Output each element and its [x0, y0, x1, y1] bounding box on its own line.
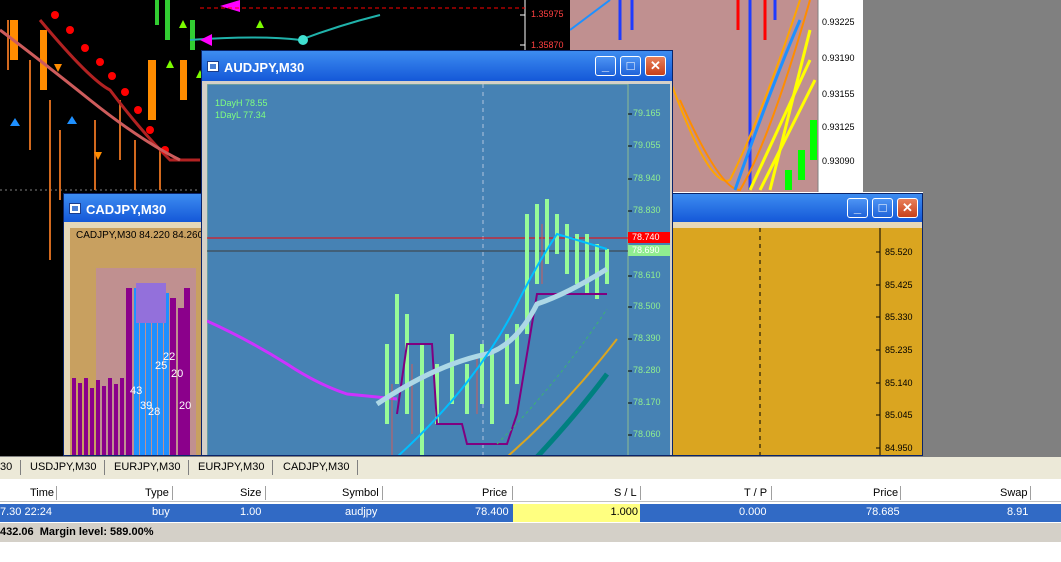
audjpy-chart-canvas [207, 84, 670, 455]
minimize-button[interactable]: _ [847, 198, 868, 218]
cadjpy-title: CADJPY,M30 [86, 202, 167, 217]
right-price-label-1: 0.93225 [822, 17, 855, 27]
audjpy-axis-price: 79.165 [633, 108, 661, 118]
column-header-swap[interactable]: Swap [1000, 487, 1028, 499]
column-header-size[interactable]: Size [240, 487, 261, 499]
audjpy-axis-price: 79.055 [633, 140, 661, 150]
account-status-row: 432.06 Margin level: 589.00% [0, 523, 1061, 542]
audjpy-axis-price: 78.170 [633, 397, 661, 407]
order-sl: 1.000 [610, 506, 638, 518]
column-header-price[interactable]: Price [482, 487, 507, 499]
tab-cadjpy[interactable]: CADJPY,M30 [283, 461, 349, 473]
audjpy-titlebar[interactable]: AUDJPY,M30 _ □ ✕ [202, 51, 672, 81]
chart-tabs-bar: 30 USDJPY,M30 EURJPY,M30 EURJPY,M30 CADJ… [0, 456, 1061, 479]
column-separator[interactable] [56, 486, 57, 500]
audjpy-axis-price: 78.390 [633, 333, 661, 343]
audjpy-axis-price: 78.280 [633, 365, 661, 375]
tab-chart[interactable]: 30 [0, 461, 12, 473]
workspace-background [863, 0, 1061, 192]
right-price-label-5: 0.93090 [822, 156, 855, 166]
column-separator[interactable] [265, 486, 266, 500]
workspace-background-lower [923, 192, 1061, 456]
main-price-label-2: 1.35870 [531, 40, 564, 50]
right-price-label-4: 0.93125 [822, 122, 855, 132]
column-header-sl[interactable]: S / L [614, 487, 637, 499]
column-separator[interactable] [512, 486, 513, 500]
tab-separator [104, 460, 105, 475]
column-header-current-price[interactable]: Price [873, 487, 898, 499]
cadjpy-chart-header: CADJPY,M30 84.220 84.260 [76, 230, 204, 241]
column-separator[interactable] [900, 486, 901, 500]
column-separator[interactable] [771, 486, 772, 500]
order-swap: 8.91 [1007, 506, 1029, 518]
audjpy-axis-price: 78.060 [633, 429, 661, 439]
order-current-price: 78.685 [866, 506, 900, 518]
column-separator[interactable] [382, 486, 383, 500]
column-separator[interactable] [1030, 486, 1031, 500]
order-tp: 0.000 [739, 506, 767, 518]
tab-separator [272, 460, 273, 475]
audjpy-axis-price: 78.940 [633, 173, 661, 183]
audjpy-title: AUDJPY,M30 [224, 60, 305, 75]
cadjpy-axis-price: 84.950 [885, 443, 913, 453]
audjpy-window[interactable]: AUDJPY,M30 _ □ ✕ 1DayH 78.55 1DayL 77.34… [201, 50, 673, 456]
column-separator[interactable] [640, 486, 641, 500]
maximize-button[interactable]: □ [620, 56, 641, 76]
order-row[interactable]: 7.30 22:24 buy 1.00 audjpy 78.400 1.000 … [0, 504, 1061, 522]
column-header-time[interactable]: Time [30, 487, 54, 499]
order-sl-cell[interactable]: 1.000 [513, 504, 640, 522]
close-button[interactable]: ✕ [645, 56, 666, 76]
chart-window-icon [69, 203, 81, 214]
tab-separator [20, 460, 21, 475]
cadjpy-axis-price: 85.235 [885, 345, 913, 355]
order-symbol: audjpy [345, 506, 378, 518]
cadjpy-bar-number: 43 [130, 385, 143, 397]
audjpy-day-high: 1DayH 78.55 [215, 98, 268, 108]
order-time: 7.30 22:24 [0, 506, 52, 518]
order-open-price: 78.400 [475, 506, 509, 518]
chart-window-icon [207, 61, 219, 72]
main-price-label-1: 1.35975 [531, 9, 564, 19]
audjpy-axis-price: 78.500 [633, 301, 661, 311]
right-price-label-3: 0.93155 [822, 89, 855, 99]
audjpy-bid-tag: 78.690 [632, 245, 660, 255]
audjpy-ask-tag: 78.740 [632, 232, 660, 242]
maximize-button[interactable]: □ [872, 198, 893, 218]
order-type: buy [152, 506, 170, 518]
cadjpy-axis-price: 85.425 [885, 280, 913, 290]
cadjpy-axis-price: 85.140 [885, 378, 913, 388]
tab-separator [188, 460, 189, 475]
cadjpy-bar-number: 20 [179, 400, 192, 412]
column-header-symbol[interactable]: Symbol [342, 487, 379, 499]
cadjpy-axis-price: 85.520 [885, 247, 913, 257]
cadjpy-bar-number: 20 [171, 368, 184, 380]
audjpy-axis-price: 78.610 [633, 270, 661, 280]
audjpy-day-low: 1DayL 77.34 [215, 110, 266, 120]
minimize-button[interactable]: _ [595, 56, 616, 76]
right-price-label-2: 0.93190 [822, 53, 855, 63]
cadjpy-bar-number: 25 [155, 360, 168, 372]
tab-eurjpy[interactable]: EURJPY,M30 [198, 461, 264, 473]
tab-separator [357, 460, 358, 475]
cadjpy-axis-price: 85.045 [885, 410, 913, 420]
column-header-type[interactable]: Type [145, 487, 169, 499]
cadjpy-axis-price: 85.330 [885, 312, 913, 322]
close-button[interactable]: ✕ [897, 198, 918, 218]
audjpy-chart-area[interactable]: 1DayH 78.55 1DayL 77.34 79.165 79.055 78… [207, 84, 670, 455]
tab-usdjpy[interactable]: USDJPY,M30 [30, 461, 96, 473]
column-header-tp[interactable]: T / P [744, 487, 767, 499]
column-separator[interactable] [172, 486, 173, 500]
tab-eurjpy[interactable]: EURJPY,M30 [114, 461, 180, 473]
audjpy-axis-price: 78.830 [633, 205, 661, 215]
order-size: 1.00 [240, 506, 262, 518]
cadjpy-bar-number: 28 [148, 406, 161, 418]
margin-level-text: 432.06 Margin level: 589.00% [0, 526, 154, 538]
